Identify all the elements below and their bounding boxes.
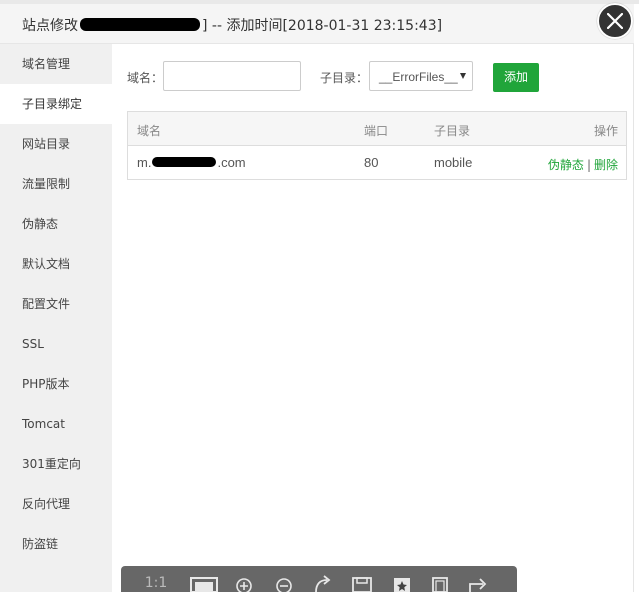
page-icon[interactable] [429,574,451,592]
chevron-down-icon [460,73,466,79]
redacted-domain [152,157,217,167]
sidebar-item-label: PHP版本 [22,377,70,391]
sidebar-item-label: Tomcat [22,417,65,431]
sidebar-item-php-version[interactable]: PHP版本 [0,364,112,404]
subdir-selected-value: __ErrorFiles__ [379,70,458,84]
binding-table: 域名 端口 子目录 操作 m. .com 80 mobile 伪静态 | 删除 [127,111,627,180]
subdir-label: 子目录： [320,71,369,85]
sidebar-item-label: 默认文档 [22,257,71,271]
sidebar-item-label: 伪静态 [22,217,59,231]
domain-label: 域名： [127,71,164,85]
sidebar-item-label: 301重定向 [22,457,81,471]
header-domain: 域名 [137,124,162,138]
star-icon[interactable] [391,574,413,592]
row-port: 80 [364,155,379,170]
row-domain: m. .com [137,155,246,170]
domain-input[interactable] [163,61,301,91]
sidebar-item-label: 反向代理 [22,497,71,511]
dialog-title: 站点修改 ] -- 添加时间[2018-01-31 23:15:43] [22,15,442,35]
sidebar-item-label: 域名管理 [22,57,71,71]
sidebar-item-301-redirect[interactable]: 301重定向 [0,444,112,484]
table-row: m. .com 80 mobile 伪静态 | 删除 [128,146,626,179]
share-icon[interactable] [467,574,489,592]
fit-screen-icon[interactable] [189,574,219,592]
sidebar-item-subdirectory-binding[interactable]: 子目录绑定 [0,84,112,124]
sidebar-item-tomcat[interactable]: Tomcat [0,404,112,444]
header-subdir: 子目录 [434,124,471,138]
bind-form: 域名： 子目录： __ErrorFiles__ 添加 [112,61,634,92]
sidebar-item-label: 子目录绑定 [22,97,83,111]
sidebar-item-reverse-proxy[interactable]: 反向代理 [0,484,112,524]
zoom-out-icon[interactable] [273,574,295,592]
subdir-select[interactable]: __ErrorFiles__ [369,61,473,91]
row-subdir: mobile [434,155,473,170]
actual-size-button[interactable]: 1:1 [141,574,171,592]
sidebar-item-label: SSL [22,337,44,351]
header-actions: 操作 [593,124,618,138]
sidebar-item-label: 配置文件 [22,297,71,311]
sidebar-item-label: 网站目录 [22,137,71,151]
sidebar-item-hotlink-protection[interactable]: 防盗链 [0,524,112,564]
delete-link[interactable]: 删除 [594,158,618,172]
close-button[interactable] [597,3,633,39]
zoom-in-icon[interactable] [233,574,255,592]
sidebar-item-domain-management[interactable]: 域名管理 [0,44,112,84]
sidebar-item-ssl[interactable]: SSL [0,324,112,364]
title-suffix: ] -- 添加时间[2018-01-31 23:15:43] [202,18,443,34]
sidebar-item-label: 防盗链 [22,537,59,551]
rotate-icon[interactable] [311,574,333,592]
sidebar-item-site-directory[interactable]: 网站目录 [0,124,112,164]
settings-sidebar: 域名管理 子目录绑定 网站目录 流量限制 伪静态 默认文档 配置文件 SSL P… [0,44,112,592]
domain-suffix: .com [217,155,246,170]
save-icon[interactable] [351,574,373,592]
header-port: 端口 [364,124,389,138]
redacted-site-name [80,18,200,31]
add-button[interactable]: 添加 [493,63,539,92]
title-prefix: 站点修改 [22,18,78,34]
table-header: 域名 端口 子目录 操作 [128,112,626,146]
rewrite-link[interactable]: 伪静态 [548,158,584,172]
sidebar-item-label: 流量限制 [22,177,71,191]
sidebar-item-default-document[interactable]: 默认文档 [0,244,112,284]
site-settings-dialog: 站点修改 ] -- 添加时间[2018-01-31 23:15:43] 域名管理 … [0,4,634,592]
subdirectory-binding-panel: 域名： 子目录： __ErrorFiles__ 添加 域名 端口 子目录 操作 … [112,44,634,592]
sidebar-item-rewrite[interactable]: 伪静态 [0,204,112,244]
image-viewer-toolbar: 1:1 [121,566,517,592]
dialog-titlebar: 站点修改 ] -- 添加时间[2018-01-31 23:15:43] [0,4,634,44]
action-separator: | [586,158,591,172]
sidebar-item-config-file[interactable]: 配置文件 [0,284,112,324]
domain-prefix: m. [137,155,152,170]
row-actions: 伪静态 | 删除 [548,156,618,173]
sidebar-item-traffic-limit[interactable]: 流量限制 [0,164,112,204]
